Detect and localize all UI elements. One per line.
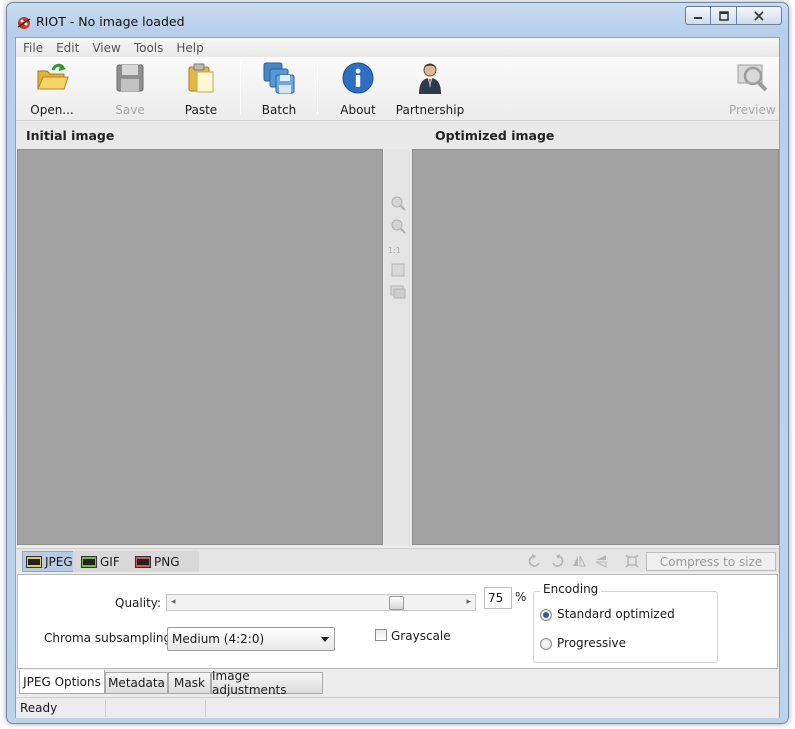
minimize-icon xyxy=(694,16,702,19)
title-bar[interactable]: RIOT - No image loaded xyxy=(7,3,788,37)
image-panes: Initial image Optimized image 1:1 xyxy=(16,122,779,546)
riot-app-icon xyxy=(17,17,31,29)
floppy-disk-icon xyxy=(116,64,144,92)
fit-to-window-icon[interactable] xyxy=(390,262,406,278)
encoding-progressive-label[interactable]: Progressive xyxy=(557,636,626,650)
quality-label: Quality: xyxy=(115,596,162,610)
format-tab-gif[interactable]: GIF xyxy=(78,551,126,572)
menu-view[interactable]: View xyxy=(92,41,120,55)
maximize-button[interactable] xyxy=(711,6,737,25)
open-label: Open... xyxy=(30,103,74,117)
preview-magnifier-icon xyxy=(737,64,768,92)
open-button[interactable]: Open... xyxy=(28,61,76,117)
paste-button[interactable]: Paste xyxy=(177,61,225,117)
grayscale-checkbox[interactable] xyxy=(375,629,387,641)
jpeg-format-icon xyxy=(26,555,42,568)
tab-jpeg-options[interactable]: JPEG Options xyxy=(19,670,105,694)
tab-image-adjustments[interactable]: Image adjustments xyxy=(211,669,323,697)
rotate-left-icon[interactable] xyxy=(528,554,542,568)
encoding-standard-radio[interactable] xyxy=(540,609,552,621)
client-area: File Edit View Tools Help Open... Save P… xyxy=(15,37,780,718)
initial-image-title: Initial image xyxy=(26,128,115,143)
chevron-down-icon xyxy=(321,637,329,642)
zoom-in-icon[interactable] xyxy=(390,195,406,211)
menu-edit[interactable]: Edit xyxy=(56,41,79,55)
zoom-controls: 1:1 xyxy=(384,149,412,545)
open-folder-icon xyxy=(37,63,69,90)
zoom-actual-size-button[interactable]: 1:1 xyxy=(388,246,401,255)
about-button[interactable]: About xyxy=(335,61,381,117)
optimized-image-title: Optimized image xyxy=(435,128,555,143)
chroma-subsampling-label: Chroma subsampling: xyxy=(44,631,176,645)
preview-button[interactable]: Preview xyxy=(729,61,776,117)
preview-label: Preview xyxy=(729,103,776,117)
status-bar: Ready xyxy=(16,697,779,718)
quality-slider-thumb[interactable] xyxy=(389,596,404,610)
quality-input[interactable]: 75 xyxy=(484,587,512,609)
quality-slider[interactable]: ◂ ▸ xyxy=(166,594,476,611)
info-icon xyxy=(342,62,374,94)
crop-resize-icon[interactable] xyxy=(625,554,639,568)
format-tab-label: PNG xyxy=(154,554,180,569)
status-text: Ready xyxy=(16,700,106,717)
clipboard-paste-icon xyxy=(188,63,214,93)
menu-tools[interactable]: Tools xyxy=(134,41,164,55)
encoding-standard-label[interactable]: Standard optimized xyxy=(557,607,675,621)
png-format-icon xyxy=(135,555,151,568)
business-person-icon xyxy=(419,63,441,94)
quality-percent-label: % xyxy=(515,590,527,604)
encoding-progressive-radio[interactable] xyxy=(540,638,552,650)
partnership-label: Partnership xyxy=(395,103,465,117)
format-toolbar: JPEG GIF PNG Compress to size xyxy=(16,548,779,572)
compare-view-icon[interactable] xyxy=(390,284,406,300)
minimize-button[interactable] xyxy=(685,6,711,25)
partnership-button[interactable]: Partnership xyxy=(395,61,465,117)
format-tab-label: GIF xyxy=(100,554,120,569)
encoding-group xyxy=(533,591,718,663)
save-label: Save xyxy=(115,103,145,117)
grayscale-label[interactable]: Grayscale xyxy=(391,629,451,643)
encoding-group-title: Encoding xyxy=(540,582,602,596)
tab-mask[interactable]: Mask xyxy=(168,672,211,694)
menu-help[interactable]: Help xyxy=(176,41,203,55)
about-label: About xyxy=(340,103,376,117)
app-window: RIOT - No image loaded File Edit View To… xyxy=(6,2,789,724)
toolbar: Open... Save Paste Batch About Partnersh… xyxy=(16,57,779,121)
jpeg-options-panel: Quality: ◂ ▸ 75 % Chroma subsampling: Me… xyxy=(17,574,778,669)
slider-right-arrow-icon[interactable]: ▸ xyxy=(466,597,471,607)
slider-left-arrow-icon[interactable]: ◂ xyxy=(171,597,176,607)
compress-to-size-button[interactable]: Compress to size xyxy=(646,552,776,571)
options-tabs: JPEG Options Metadata Mask Image adjustm… xyxy=(16,669,779,697)
optimized-image-canvas[interactable] xyxy=(412,149,779,545)
window-controls xyxy=(685,6,782,26)
menu-bar: File Edit View Tools Help xyxy=(16,38,779,57)
flip-horizontal-icon[interactable] xyxy=(572,554,586,568)
status-cell xyxy=(106,700,206,717)
format-tab-jpeg[interactable]: JPEG xyxy=(22,551,75,572)
paste-label: Paste xyxy=(184,103,218,117)
batch-floppies-icon xyxy=(263,62,295,94)
initial-image-canvas[interactable] xyxy=(17,149,383,545)
flip-vertical-icon[interactable] xyxy=(594,554,608,568)
maximize-icon xyxy=(718,10,729,21)
batch-label: Batch xyxy=(261,103,297,117)
toolbar-separator xyxy=(317,62,318,114)
zoom-out-icon[interactable] xyxy=(390,218,406,234)
window-title: RIOT - No image loaded xyxy=(36,14,185,29)
format-tab-label: JPEG xyxy=(45,554,73,569)
toolbar-separator xyxy=(240,62,241,114)
chroma-subsampling-value: Medium (4:2:0) xyxy=(172,632,265,646)
gif-format-icon xyxy=(81,555,97,568)
save-button[interactable]: Save xyxy=(108,61,152,117)
batch-button[interactable]: Batch xyxy=(256,61,302,117)
chroma-subsampling-select[interactable]: Medium (4:2:0) xyxy=(167,627,335,651)
format-tab-png[interactable]: PNG xyxy=(132,551,188,572)
close-button[interactable] xyxy=(737,6,782,25)
menu-file[interactable]: File xyxy=(23,41,43,55)
rotate-right-icon[interactable] xyxy=(550,554,564,568)
close-icon xyxy=(754,10,764,21)
tab-metadata[interactable]: Metadata xyxy=(105,672,168,694)
